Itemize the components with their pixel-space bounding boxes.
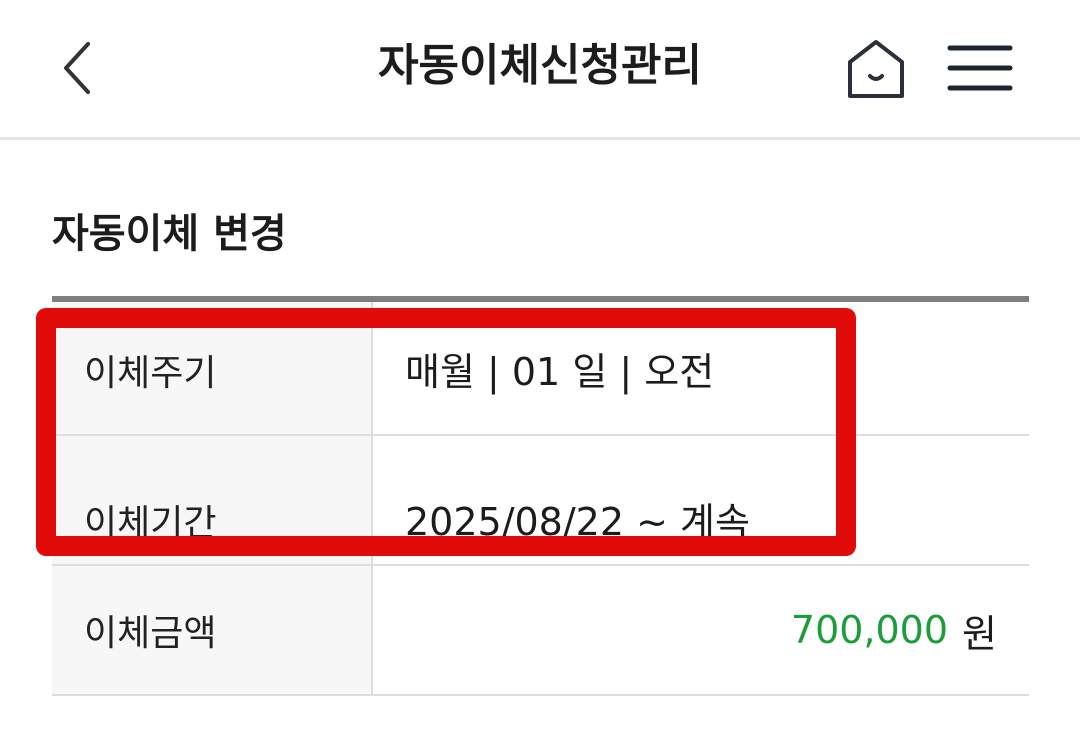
transfer-detail-table: 이체주기 매월 | 01 일 | 오전 이체기간 2025/08/22 ~ 계속… [52,296,1029,696]
table-row-transfer-amount: 이체금액 700,000 원 [52,566,1029,696]
hamburger-menu-icon [947,45,1013,91]
row-value: 2025/08/22 ~ 계속 [405,500,750,544]
home-icon [848,40,904,98]
row-label: 이체주기 [52,302,373,434]
amount-unit: 원 [962,611,997,656]
table-row-transfer-period: 이체기간 2025/08/22 ~ 계속 [52,436,1029,566]
row-label: 이체금액 [52,566,373,694]
back-button[interactable] [52,36,112,100]
row-value: 700,000 원 [373,566,1029,694]
row-value: 매월 | 01 일 | 오전 [405,349,715,394]
section-title: 자동이체 변경 [52,211,287,257]
app-header: 자동이체신청관리 [0,0,1080,140]
page-title: 자동이체신청관리 [378,40,702,91]
amount-value: 700,000 [790,608,949,652]
chevron-left-icon [64,42,90,94]
table-row-transfer-cycle: 이체주기 매월 | 01 일 | 오전 [52,302,1029,436]
home-button[interactable] [842,36,910,102]
row-label: 이체기간 [52,436,373,564]
menu-button[interactable] [944,40,1016,96]
